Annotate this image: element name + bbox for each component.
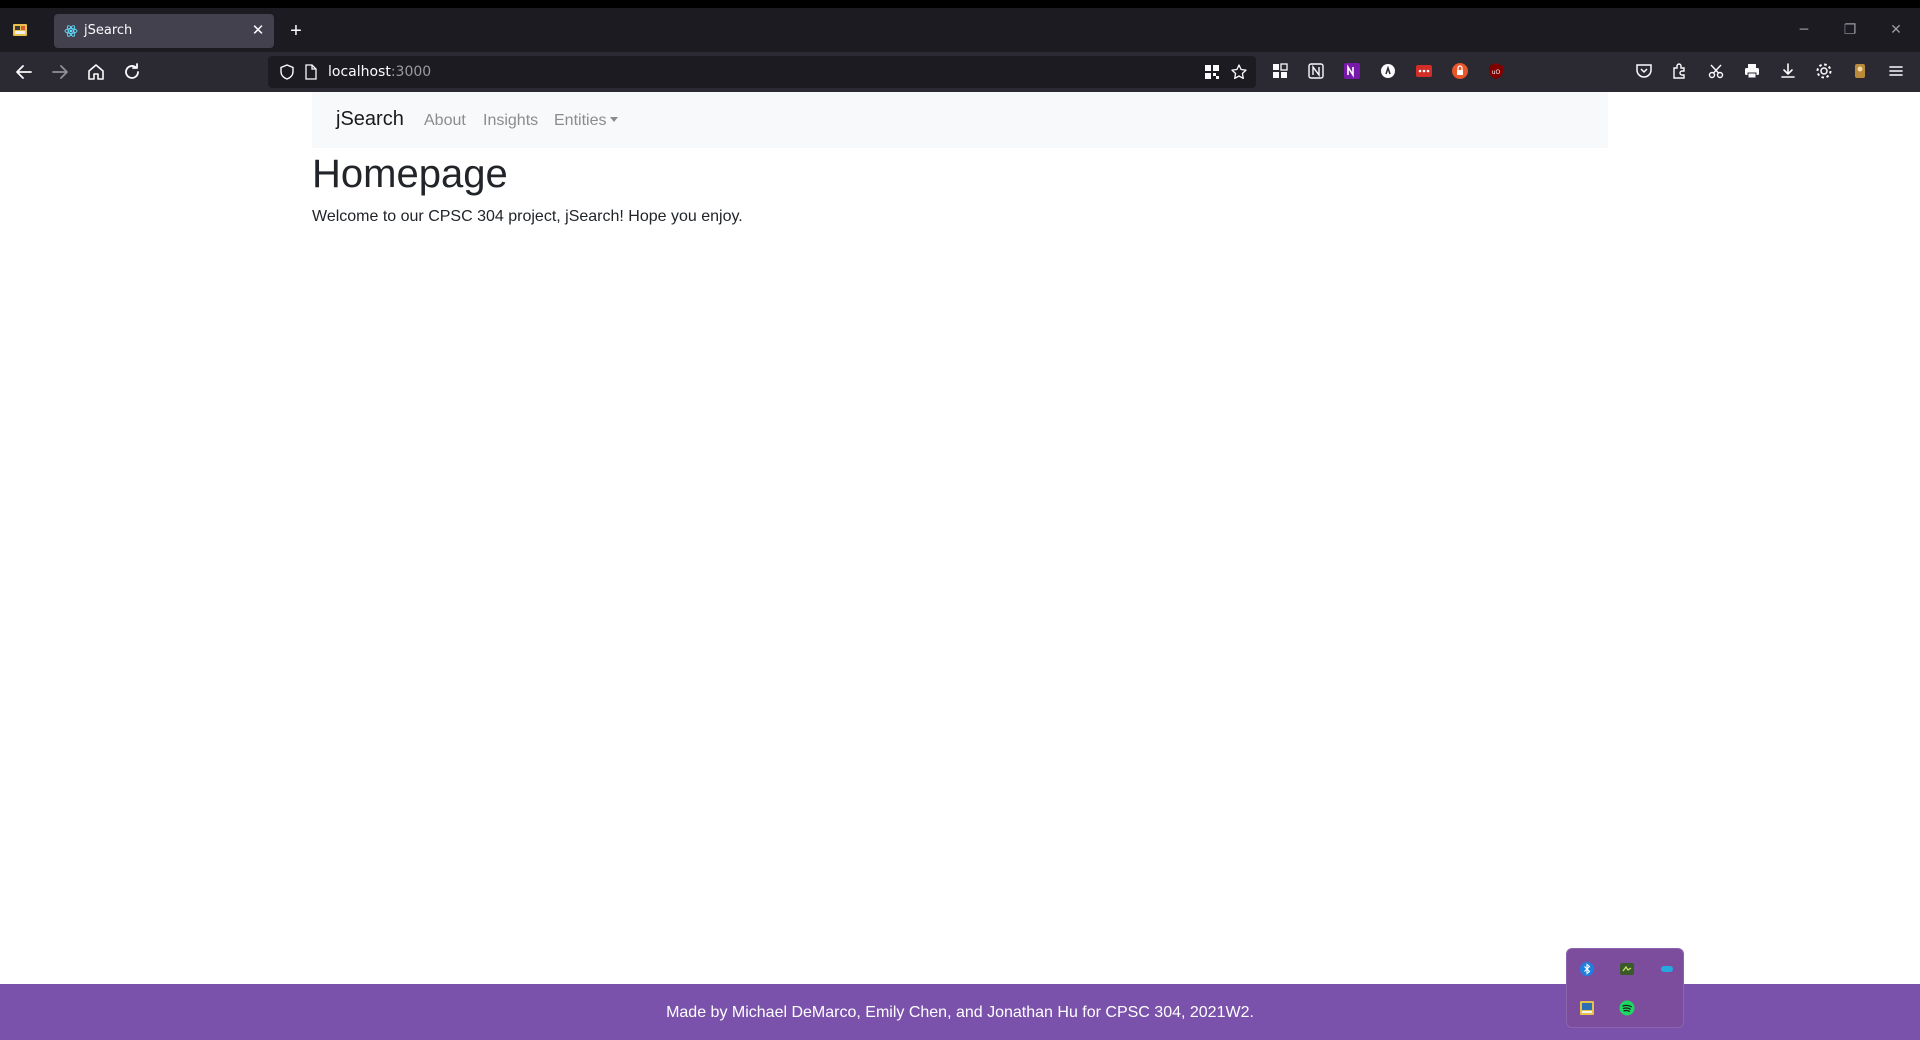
nav-dropdown-entities[interactable]: Entities [554, 112, 619, 130]
tab-jsearch[interactable]: jSearch ✕ [54, 14, 274, 48]
photos-icon[interactable] [1579, 1000, 1595, 1016]
nav-dropdown-label: Entities [554, 112, 607, 129]
extensions-grid-icon[interactable] [1270, 61, 1290, 81]
lock-extension-icon[interactable] [1450, 61, 1470, 81]
qr-code-icon[interactable] [1204, 64, 1220, 85]
spotify-icon[interactable] [1619, 1000, 1635, 1016]
site-navbar: jSearch About Insights Entities [312, 92, 1608, 148]
lastpass-icon[interactable] [1414, 61, 1434, 81]
url-bar[interactable]: localhost:3000 [268, 56, 1256, 88]
minimize-button[interactable]: ─ [1792, 22, 1816, 38]
react-favicon-icon [64, 24, 78, 38]
bluetooth-icon[interactable] [1579, 961, 1595, 977]
shield-icon[interactable] [278, 63, 296, 86]
menu-hamburger-icon[interactable] [1886, 61, 1906, 81]
bookmark-star-icon[interactable] [1230, 63, 1248, 86]
restore-button[interactable]: ❐ [1838, 22, 1862, 38]
page-icon [304, 64, 318, 85]
close-window-button[interactable]: ✕ [1884, 22, 1908, 38]
welcome-text: Welcome to our CPSC 304 project, jSearch… [312, 208, 743, 225]
svg-text:uO: uO [1492, 69, 1501, 76]
screenshot-icon[interactable] [1706, 61, 1726, 81]
home-icon[interactable] [84, 60, 108, 84]
url-text[interactable]: localhost:3000 [328, 64, 431, 80]
window-top-strip [0, 0, 1920, 8]
browser-toolbar: localhost:3000 uO [0, 52, 1920, 92]
close-tab-icon[interactable]: ✕ [250, 23, 266, 39]
tab-title: jSearch [84, 23, 133, 38]
print-icon[interactable] [1742, 61, 1762, 81]
chat-icon[interactable] [1659, 961, 1675, 977]
pocket-icon[interactable] [1634, 61, 1654, 81]
back-arrow-icon[interactable] [12, 60, 36, 84]
download-icon[interactable] [1778, 61, 1798, 81]
puzzle-extensions-icon[interactable] [1670, 61, 1690, 81]
reload-icon[interactable] [120, 60, 144, 84]
brand-link[interactable]: jSearch [336, 108, 404, 131]
system-tray-popup [1566, 948, 1684, 1028]
nav-link-about[interactable]: About [424, 112, 466, 130]
gear-icon[interactable] [1814, 61, 1834, 81]
nav-link-insights[interactable]: Insights [483, 112, 538, 130]
page-title: Homepage [312, 152, 508, 196]
circle-extension-icon[interactable] [1378, 61, 1398, 81]
account-avatar-icon[interactable] [1850, 61, 1870, 81]
forward-arrow-icon[interactable] [48, 60, 72, 84]
url-host: localhost [328, 64, 391, 80]
ublock-origin-icon[interactable]: uO [1486, 61, 1506, 81]
app-icon[interactable] [1619, 961, 1635, 977]
notion-icon[interactable] [1306, 61, 1326, 81]
onenote-icon[interactable] [1342, 61, 1362, 81]
url-port: :3000 [390, 64, 432, 80]
caret-down-icon [610, 117, 619, 122]
new-tab-button[interactable]: + [286, 21, 306, 42]
firefox-view-icon[interactable] [12, 23, 28, 37]
tab-bar: jSearch ✕ + ─ ❐ ✕ [0, 8, 1920, 52]
